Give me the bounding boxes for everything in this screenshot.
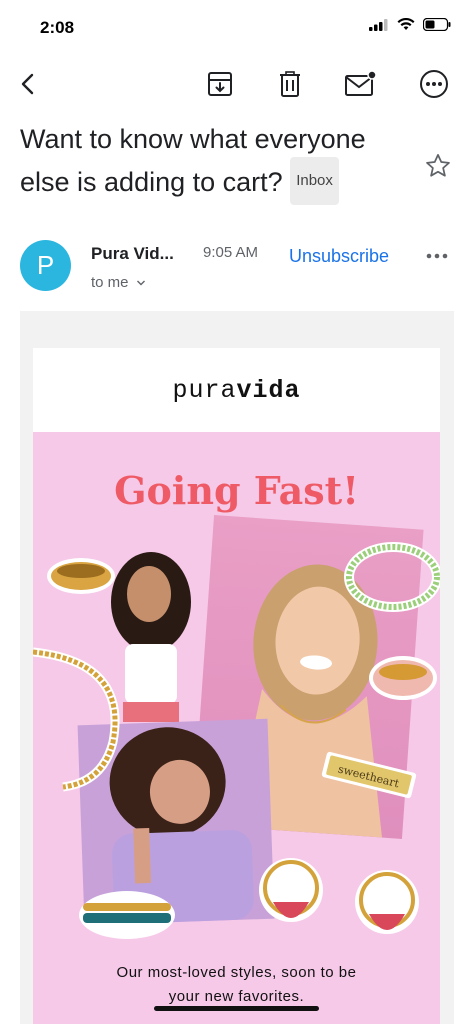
sender-avatar[interactable]: P [20, 240, 71, 291]
red-charm-earring-left [255, 852, 327, 932]
mark-unread-button[interactable] [340, 64, 380, 104]
more-options-button[interactable] [414, 64, 454, 104]
gold-chain-necklace [33, 642, 133, 792]
mark-unread-icon [345, 70, 376, 96]
message-more-button[interactable] [425, 246, 449, 266]
heart-ring [367, 652, 439, 704]
battery-icon [423, 18, 451, 31]
star-icon [426, 154, 450, 177]
status-time: 2:08 [40, 18, 75, 37]
sender-name[interactable]: Pura Vid... [91, 244, 174, 264]
bracelet-icon [344, 542, 440, 612]
signal-icon [369, 18, 388, 31]
status-bar: 2:08 [0, 0, 473, 50]
email-subject: Want to know what everyone else is addin… [20, 118, 420, 208]
status-icons [369, 18, 451, 31]
chevron-down-icon [136, 280, 145, 286]
email-content-frame: puravida Going Fast! sweetheart Our most… [20, 311, 454, 1024]
brand-logo-bold-part: vida [236, 375, 301, 405]
more-options-icon [420, 70, 448, 98]
more-horizontal-icon [426, 253, 448, 259]
sweetheart-necklace: sweetheart [315, 750, 425, 810]
back-arrow-icon [21, 73, 34, 95]
trash-icon [280, 71, 300, 97]
ring-icon [369, 656, 437, 700]
wifi-icon [397, 18, 415, 30]
recipient-details[interactable]: to me [91, 274, 146, 291]
promo-headline: Going Fast! [114, 468, 359, 513]
beaded-bracelet [338, 532, 440, 622]
unsubscribe-link[interactable]: Unsubscribe [289, 246, 389, 267]
chain-icon [33, 647, 120, 792]
promo-tagline-line2: your new favorites. [168, 988, 305, 1005]
back-button[interactable] [8, 64, 48, 104]
brand-logo: puravida [172, 376, 300, 405]
email-body: puravida Going Fast! sweetheart Our most… [33, 348, 440, 1024]
promo-banner[interactable]: Going Fast! sweetheart Our most-loved st… [33, 432, 440, 1024]
received-time: 9:05 AM [203, 244, 259, 261]
sender-row: P Pura Vid... 9:05 AM to me Unsubscribe [0, 240, 473, 300]
email-toolbar [0, 60, 473, 110]
archive-button[interactable] [200, 64, 240, 104]
recipient-text: to me [91, 274, 129, 291]
checkered-ring [45, 554, 117, 598]
promo-tagline-line1: Our most-loved styles, soon to be [116, 964, 357, 981]
brand-logo-part: pura [172, 375, 237, 405]
earring-icon [259, 858, 323, 922]
delete-button[interactable] [270, 64, 310, 104]
inbox-label-chip[interactable]: Inbox [290, 157, 339, 205]
stacked-bracelets [77, 887, 177, 943]
earring-icon [355, 870, 419, 934]
ring-icon [47, 558, 115, 594]
bracelet-icon [79, 891, 175, 939]
home-indicator[interactable] [154, 1006, 319, 1011]
star-button[interactable] [424, 152, 452, 180]
nameplate-icon: sweetheart [321, 751, 417, 799]
brand-header[interactable]: puravida [33, 348, 440, 432]
archive-icon [208, 72, 232, 96]
red-charm-earring-right [351, 864, 423, 944]
